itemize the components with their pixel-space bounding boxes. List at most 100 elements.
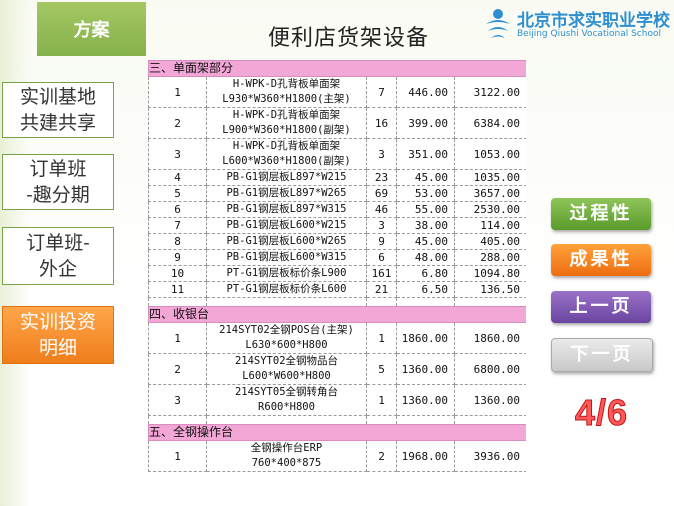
cell-price: 399.00	[396, 107, 455, 139]
gap-cell	[206, 297, 367, 307]
cell-name: H-WPK-D孔背板单面架 L600*W360*H1800(副架)	[206, 138, 367, 170]
table-row: 1 214SYT02全钢POS台(主架) L630*600*H800 1 1860.00…	[148, 322, 526, 354]
cell-no: 4	[148, 169, 207, 186]
section-header: 五、全钢操作台	[148, 424, 526, 441]
prev-page-button[interactable]: 上一页	[551, 291, 651, 323]
cell-name-line1: H-WPK-D孔背板单面架	[232, 140, 341, 152]
cell-name: PT-G1钢层板标价条L900	[206, 265, 367, 282]
cell-no: 10	[148, 265, 207, 282]
cell-name: PB-G1钢层板L600*W215	[206, 217, 367, 234]
cell-name: PB-G1钢层板L600*W315	[206, 249, 367, 266]
cell-name: 214SYT02全钢物品台 L600*W600*H800	[206, 353, 367, 385]
logo-cn-text: 北京市求实职业学校	[517, 11, 670, 31]
cell-name-line2: L630*600*H800	[245, 339, 328, 351]
cell-total: 114.00	[453, 217, 526, 234]
cell-name-line1: H-WPK-D孔背板单面架	[232, 109, 341, 121]
table-row: 1 全钢操作台ERP 760*400*875 2 1968.00 3936.00	[148, 440, 526, 472]
gap-cell	[148, 297, 207, 307]
gap-cell	[396, 297, 455, 307]
cell-name-line1: 214SYT02全钢POS台(主架)	[219, 324, 354, 336]
cell-name-line1: 全钢操作台ERP	[250, 442, 323, 454]
cell-no: 2	[148, 353, 207, 385]
process-button[interactable]: 过程性	[551, 198, 651, 230]
tab-label: 方案	[73, 20, 110, 41]
cell-name-line2: R600*H800	[258, 401, 315, 413]
cell-price: 1360.00	[396, 353, 455, 385]
cell-name: PB-G1钢层板L897*W265	[206, 185, 367, 202]
section-header: 三、单面架部分	[148, 60, 526, 77]
table-row: 6 PB-G1钢层板L897*W315 46 55.00 2530.00	[148, 201, 526, 218]
cell-name: 214SYT02全钢POS台(主架) L630*600*H800	[206, 322, 367, 354]
table-row: 4 PB-G1钢层板L897*W215 23 45.00 1035.00	[148, 169, 526, 186]
cell-no: 7	[148, 217, 207, 234]
table-row: 10 PT-G1钢层板标价条L900 161 6.80 1094.80	[148, 265, 526, 282]
section-gap	[148, 415, 526, 425]
cell-price: 1968.00	[396, 440, 455, 472]
cell-no: 6	[148, 201, 207, 218]
cell-name: PB-G1钢层板L897*W315	[206, 201, 367, 218]
cell-price: 6.80	[396, 265, 455, 282]
cell-price: 45.00	[396, 169, 455, 186]
sidebar-item-label: 实训投资	[19, 311, 96, 333]
cell-name-line1: PB-G1钢层板L600*W265	[226, 235, 347, 247]
cell-qty: 6	[366, 249, 397, 266]
cell-price: 6.50	[396, 281, 455, 298]
cell-name-line1: PB-G1钢层板L897*W215	[226, 171, 347, 183]
cell-total: 405.00	[453, 233, 526, 250]
cell-qty: 16	[366, 107, 397, 139]
cell-no: 1	[148, 76, 207, 108]
gap-cell	[366, 297, 397, 307]
cell-total: 3122.00	[453, 76, 526, 108]
cell-price: 53.00	[396, 185, 455, 202]
gap-cell	[396, 415, 455, 425]
school-logo: 北京市求实职业学校 Beijing Qiushi Vocational Scho…	[483, 6, 670, 46]
cell-total: 1860.00	[453, 322, 526, 354]
cell-name: 全钢操作台ERP 760*400*875	[206, 440, 367, 472]
cell-no: 2	[148, 107, 207, 139]
cell-name: PT-G1钢层板标价条L600	[206, 281, 367, 298]
cell-no: 8	[148, 233, 207, 250]
table-row: 2 H-WPK-D孔背板单面架 L900*W360*H1800(副架) 16 399.0…	[148, 107, 526, 139]
table-row: 11 PT-G1钢层板标价条L600 21 6.50 136.50	[148, 281, 526, 298]
cell-qty: 23	[366, 169, 397, 186]
cell-no: 3	[148, 138, 207, 170]
tab-fangan[interactable]: 方案	[37, 2, 146, 56]
gap-cell	[366, 415, 397, 425]
table-row: 8 PB-G1钢层板L600*W265 9 45.00 405.00	[148, 233, 526, 250]
table-row: 9 PB-G1钢层板L600*W315 6 48.00 288.00	[148, 249, 526, 266]
cell-total: 3657.00	[453, 185, 526, 202]
cell-name: PB-G1钢层板L897*W215	[206, 169, 367, 186]
cell-no: 1	[148, 322, 207, 354]
cell-total: 1360.00	[453, 384, 526, 416]
gap-cell	[453, 415, 526, 425]
sidebar-item-label: 实训基地	[19, 86, 96, 108]
cell-qty: 7	[366, 76, 397, 108]
cell-name-line1: PT-G1钢层板标价条L600	[226, 283, 347, 295]
sidebar-item-order-class-foreign[interactable]: 订单班- 外企	[2, 227, 114, 285]
section-title: 四、收银台	[148, 306, 526, 323]
result-button[interactable]: 成果性	[551, 244, 651, 276]
cell-name: 214SYT05全钢转角台 R600*H800	[206, 384, 367, 416]
sidebar-item-label: -趣分期	[26, 184, 90, 206]
cell-name-line2: L930*W360*H1800(主架)	[222, 93, 351, 105]
table-row: 1 H-WPK-D孔背板单面架 L930*W360*H1800(主架) 7 446.00…	[148, 76, 526, 108]
cell-name-line2: L900*W360*H1800(副架)	[222, 124, 351, 136]
sidebar-item-order-class-qufenqi[interactable]: 订单班 -趣分期	[2, 154, 114, 210]
sidebar-item-investment-detail[interactable]: 实训投资 明细	[2, 306, 114, 364]
cell-qty: 1	[366, 322, 397, 354]
cell-name-line1: PT-G1钢层板标价条L900	[226, 267, 347, 279]
cell-no: 5	[148, 185, 207, 202]
cell-no: 9	[148, 249, 207, 266]
cell-qty: 46	[366, 201, 397, 218]
gap-cell	[148, 415, 207, 425]
next-page-button[interactable]: 下一页	[551, 338, 653, 372]
equipment-table: 三、单面架部分 1 H-WPK-D孔背板单面架 L930*W360*H1800(主架)…	[148, 60, 526, 506]
cell-qty: 3	[366, 138, 397, 170]
cell-name-line2: L600*W360*H1800(副架)	[222, 155, 351, 167]
cell-name: H-WPK-D孔背板单面架 L930*W360*H1800(主架)	[206, 76, 367, 108]
sidebar-item-base[interactable]: 实训基地 共建共享	[2, 82, 114, 138]
cell-total: 6800.00	[453, 353, 526, 385]
cell-qty: 9	[366, 233, 397, 250]
cell-name-line1: PB-G1钢层板L600*W315	[226, 251, 347, 263]
cell-price: 38.00	[396, 217, 455, 234]
